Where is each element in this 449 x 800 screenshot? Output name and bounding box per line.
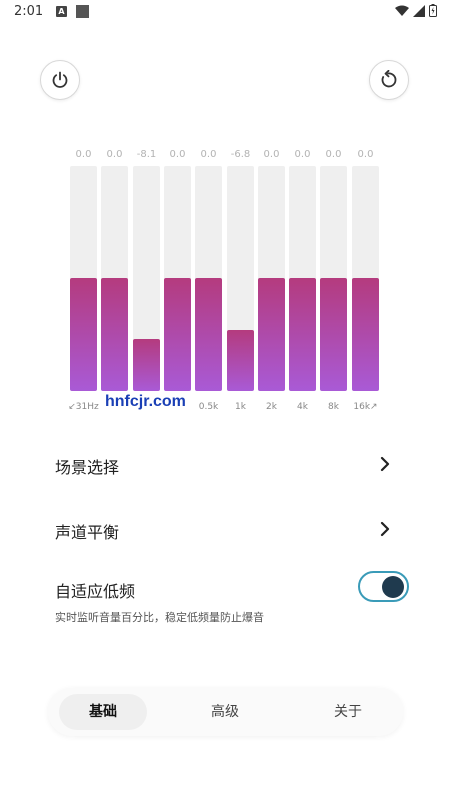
band-value-label: 0.0 <box>106 149 123 160</box>
chevron-right-icon <box>380 456 390 472</box>
band-value-label: 0.0 <box>169 149 186 160</box>
channel-balance-label: 声道平衡 <box>55 523 120 542</box>
band-level-fill <box>352 278 379 391</box>
band-slider[interactable] <box>164 166 191 391</box>
equalizer: 0.0 ↙31Hz 0.0 -8.1 0.0 0.0 0.5k -6.8 1k 0.0 2k 0.0 4… <box>0 0 449 420</box>
band-level-fill <box>133 339 160 391</box>
band-value-label: 0.0 <box>357 149 374 160</box>
band-frequency-label: 16k↗ <box>353 402 378 412</box>
band-slider[interactable] <box>195 166 222 391</box>
band-frequency-label: ↙31Hz <box>68 402 99 412</box>
band-frequency-label: 4k <box>297 402 308 412</box>
band-frequency-label: 8k <box>328 402 339 412</box>
tab-basic[interactable]: 基础 <box>59 694 147 730</box>
band-slider[interactable] <box>258 166 285 391</box>
watermark-text: hnfcjr.com <box>103 393 188 411</box>
band-level-fill <box>289 278 316 391</box>
band-frequency-label: 0.5k <box>198 402 219 412</box>
band-level-fill <box>227 330 254 391</box>
band-frequency-label: 2k <box>266 402 277 412</box>
band-frequency-label: 1k <box>235 402 246 412</box>
channel-balance-row[interactable]: 声道平衡 <box>55 519 395 543</box>
bottom-tab-bar: 基础 高级 关于 <box>48 688 403 736</box>
band-slider[interactable] <box>227 166 254 391</box>
scene-select-label: 场景选择 <box>55 458 120 477</box>
band-level-fill <box>195 278 222 391</box>
band-slider[interactable] <box>320 166 347 391</box>
band-value-label: -8.1 <box>136 149 157 160</box>
tab-advanced[interactable]: 高级 <box>181 694 269 730</box>
band-level-fill <box>320 278 347 391</box>
band-level-fill <box>258 278 285 391</box>
band-value-label: 0.0 <box>325 149 342 160</box>
band-slider[interactable] <box>101 166 128 391</box>
band-value-label: 0.0 <box>263 149 280 160</box>
band-level-fill <box>164 278 191 391</box>
toggle-knob <box>382 575 404 598</box>
band-value-label: 0.0 <box>294 149 311 160</box>
scene-select-row[interactable]: 场景选择 <box>55 454 395 478</box>
chevron-right-icon <box>380 521 390 537</box>
adaptive-bass-row: 自适应低频 实时监听音量百分比，稳定低频量防止爆音 <box>55 578 355 625</box>
band-slider[interactable] <box>352 166 379 391</box>
band-value-label: -6.8 <box>230 149 251 160</box>
band-level-fill <box>101 278 128 391</box>
band-value-label: 0.0 <box>200 149 217 160</box>
band-slider[interactable] <box>289 166 316 391</box>
band-value-label: 0.0 <box>75 149 92 160</box>
adaptive-bass-toggle[interactable] <box>358 571 409 602</box>
adaptive-bass-subtitle: 实时监听音量百分比，稳定低频量防止爆音 <box>55 611 264 624</box>
adaptive-bass-title: 自适应低频 <box>55 582 136 601</box>
tab-about[interactable]: 关于 <box>304 694 392 730</box>
band-slider[interactable] <box>70 166 97 391</box>
band-slider[interactable] <box>133 166 160 391</box>
band-level-fill <box>70 278 97 391</box>
